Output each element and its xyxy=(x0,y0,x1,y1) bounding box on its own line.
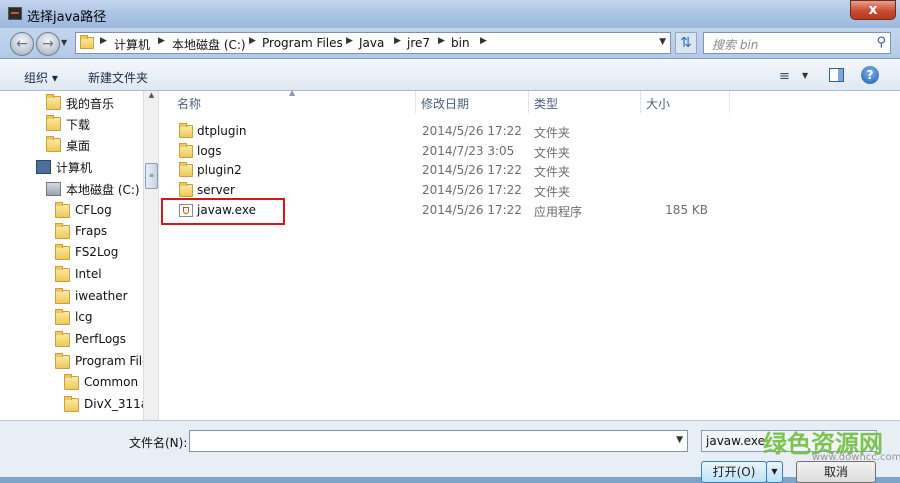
breadcrumb-item[interactable]: Program Files xyxy=(262,36,343,50)
folder-icon xyxy=(55,353,70,369)
arrow-right-icon: → xyxy=(42,36,54,52)
breadcrumb-item[interactable]: bin xyxy=(451,36,470,50)
file-list: 名称 ▲ 修改日期 类型 大小 dtplugin 2014/5/26 17:22… xyxy=(158,88,900,420)
sort-ascending-icon: ▲ xyxy=(289,88,296,97)
folder-icon xyxy=(64,396,79,412)
folder-icon xyxy=(55,244,70,260)
search-placeholder: 搜索 bin xyxy=(712,38,759,52)
forward-button[interactable]: → xyxy=(36,32,60,56)
folder-icon xyxy=(55,331,70,347)
column-header-name[interactable]: 名称 xyxy=(177,95,201,112)
refresh-button[interactable]: ⇅ xyxy=(675,32,697,54)
desktop-folder-icon xyxy=(46,136,61,152)
search-input[interactable]: 搜索 bin ⚲ xyxy=(703,32,891,54)
search-icon[interactable]: ⚲ xyxy=(876,35,886,50)
scroll-up-icon[interactable]: ▲ xyxy=(144,91,159,105)
column-divider[interactable] xyxy=(640,91,641,113)
breadcrumb-separator-icon: ▶ xyxy=(100,36,107,46)
breadcrumb-separator-icon: ▶ xyxy=(480,36,487,46)
filename-input[interactable]: ▼ xyxy=(189,430,688,452)
new-folder-button[interactable]: 新建文件夹 xyxy=(88,69,148,86)
view-menu-icon[interactable]: ≡ xyxy=(779,69,790,84)
app-icon xyxy=(8,7,22,20)
file-row-dtplugin[interactable]: dtplugin 2014/5/26 17:22 文件夹 xyxy=(173,122,893,140)
window-title: 选择java路径 xyxy=(27,10,107,25)
chevron-down-icon[interactable]: ▼ xyxy=(676,435,683,445)
computer-icon xyxy=(36,160,51,174)
filename-label: 文件名(N): xyxy=(129,436,188,450)
open-options-button[interactable]: ▼ xyxy=(766,461,783,483)
file-row-plugin2[interactable]: plugin2 2014/5/26 17:22 文件夹 xyxy=(173,161,893,179)
breadcrumb-item[interactable]: 本地磁盘 (C:) xyxy=(172,36,246,53)
file-row-server[interactable]: server 2014/5/26 17:22 文件夹 xyxy=(173,181,893,199)
scroll-thumb[interactable]: ≡ xyxy=(145,163,158,189)
drive-icon xyxy=(46,182,61,196)
watermark-url: www.downcc.com xyxy=(812,452,900,463)
breadcrumb-separator-icon: ▶ xyxy=(158,36,165,46)
refresh-icon: ⇅ xyxy=(680,35,692,51)
nav-scrollbar[interactable]: ▲ ≡ xyxy=(143,91,158,420)
breadcrumb-separator-icon: ▶ xyxy=(394,36,401,46)
preview-pane-icon[interactable] xyxy=(829,68,844,82)
breadcrumb-item[interactable]: 计算机 xyxy=(114,36,150,53)
breadcrumb-separator-icon: ▶ xyxy=(438,36,445,46)
filetype-value: javaw.exe xyxy=(706,434,765,448)
arrow-left-icon: ← xyxy=(16,36,28,52)
folder-icon xyxy=(55,266,70,282)
folder-icon xyxy=(179,123,193,138)
back-button[interactable]: ← xyxy=(10,32,34,56)
chevron-down-icon[interactable]: ▼ xyxy=(802,71,808,80)
folder-icon xyxy=(55,202,70,218)
cancel-button[interactable]: 取消 xyxy=(796,461,876,483)
folder-icon xyxy=(179,162,193,177)
navigation-pane: 我的音乐 下载 桌面 计算机 本地磁盘 (C:) CFLog Fraps FS2… xyxy=(0,91,158,420)
column-divider[interactable] xyxy=(415,91,416,113)
music-folder-icon xyxy=(46,94,61,110)
organize-button[interactable]: 组织 ▾ xyxy=(24,69,58,86)
column-header-size[interactable]: 大小 xyxy=(646,95,670,112)
breadcrumb-separator-icon: ▶ xyxy=(249,36,256,46)
column-divider[interactable] xyxy=(729,91,730,113)
folder-icon xyxy=(179,182,193,197)
column-header-type[interactable]: 类型 xyxy=(534,95,558,112)
column-divider[interactable] xyxy=(528,91,529,113)
chevron-down-icon: ▼ xyxy=(771,467,778,476)
folder-icon xyxy=(64,374,79,390)
help-icon[interactable]: ? xyxy=(861,66,879,84)
file-row-logs[interactable]: logs 2014/7/23 3:05 文件夹 xyxy=(173,142,893,160)
column-header-date[interactable]: 修改日期 xyxy=(421,95,469,112)
breadcrumb-separator-icon: ▶ xyxy=(346,36,353,46)
open-button[interactable]: 打开(O) xyxy=(701,461,767,483)
title-bar xyxy=(0,0,900,28)
folder-icon xyxy=(55,223,70,239)
folder-icon xyxy=(55,309,70,325)
address-bar[interactable]: ▶ 计算机 ▶ 本地磁盘 (C:) ▶ Program Files ▶ Java… xyxy=(75,32,671,54)
chevron-down-icon[interactable]: ▼ xyxy=(659,37,666,47)
breadcrumb-item[interactable]: Java xyxy=(359,36,384,50)
downloads-folder-icon xyxy=(46,115,61,131)
folder-icon xyxy=(80,35,94,49)
chevron-down-icon[interactable]: ▼ xyxy=(61,38,67,47)
folder-icon xyxy=(55,288,70,304)
close-button[interactable]: x xyxy=(850,0,896,20)
folder-icon xyxy=(179,143,193,158)
highlight-annotation xyxy=(161,198,285,225)
breadcrumb-item[interactable]: jre7 xyxy=(407,36,430,50)
